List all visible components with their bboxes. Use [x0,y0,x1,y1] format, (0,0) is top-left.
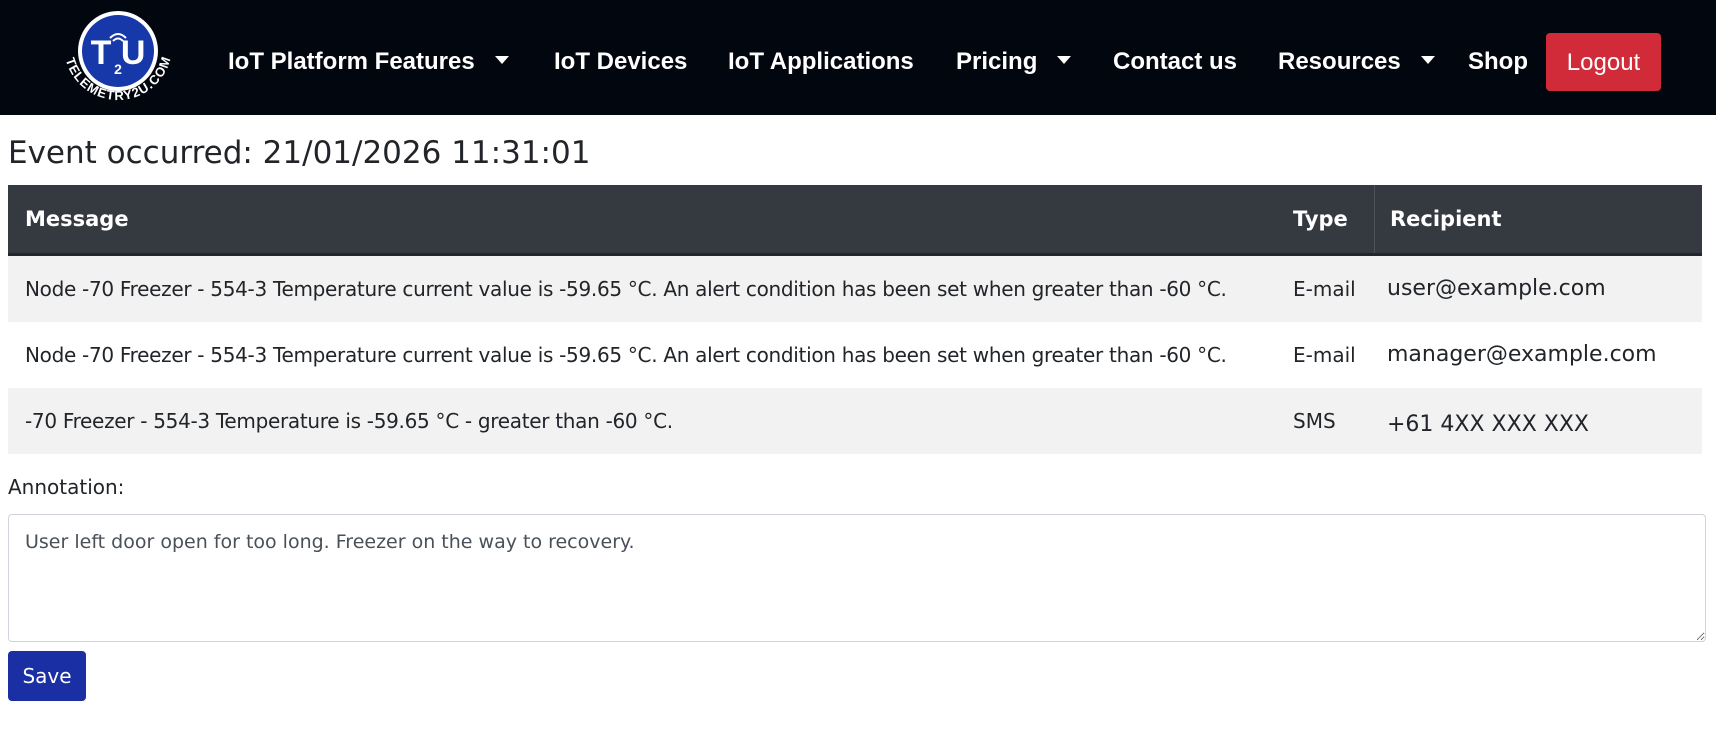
nav-item-label: IoT Platform Features [228,48,475,75]
column-divider [1374,185,1375,253]
table-row: Node -70 Freezer - 554-3 Temperature cur… [8,322,1702,388]
type-cell: SMS [1293,409,1336,433]
type-cell: E-mail [1293,277,1356,301]
top-navbar: T U 2 TELEMETRY2U.COM IoT Platform Featu… [0,0,1716,115]
save-button[interactable]: Save [8,651,86,701]
message-cell: Node -70 Freezer - 554-3 Temperature cur… [25,343,1227,367]
nav-item-label: IoT Applications [728,48,914,75]
telemetry2u-logo-icon: T U 2 TELEMETRY2U.COM [63,11,173,103]
svg-text:2: 2 [114,61,122,77]
nav-item-iot-applications[interactable]: IoT Applications [728,42,914,82]
recipient-cell: +61 4XX XXX XXX [1387,412,1589,437]
table-row: -70 Freezer - 554-3 Temperature is -59.6… [8,388,1702,454]
nav-item-contact-us[interactable]: Contact us [1113,42,1237,82]
nav-item-iot-platform-features[interactable]: IoT Platform Features [228,42,509,82]
nav-item-label: Resources [1278,48,1401,75]
column-header-type[interactable]: Type [1293,185,1348,253]
message-cell: -70 Freezer - 554-3 Temperature is -59.6… [25,409,673,433]
nav-item-label: Contact us [1113,48,1238,75]
nav-item-label: IoT Devices [554,48,688,75]
table-header: Message Type Recipient [8,185,1702,256]
column-header-message[interactable]: Message [25,185,129,253]
recipient-cell: manager@example.com [1387,342,1657,367]
nav-item-label: Pricing [956,48,1038,75]
page-title: Event occurred: 21/01/2026 11:31:01 [8,135,591,171]
nav-item-resources[interactable]: Resources [1278,42,1435,82]
caret-down-icon [494,55,509,64]
annotation-label: Annotation: [8,475,125,499]
table-row: Node -70 Freezer - 554-3 Temperature cur… [8,256,1702,322]
recipient-cell: user@example.com [1387,276,1606,301]
caret-down-icon [1420,55,1435,64]
nav-item-pricing[interactable]: Pricing [956,42,1072,82]
type-cell: E-mail [1293,343,1356,367]
nav-item-shop[interactable]: Shop [1468,42,1528,82]
nav-item-label: Shop [1468,48,1528,75]
nav-item-iot-devices[interactable]: IoT Devices [554,42,687,82]
annotation-textarea[interactable]: User left door open for too long. Freeze… [8,514,1706,642]
brand-logo[interactable]: T U 2 TELEMETRY2U.COM [58,6,178,110]
logout-button[interactable]: Logout [1546,33,1661,91]
caret-down-icon [1057,55,1072,64]
message-cell: Node -70 Freezer - 554-3 Temperature cur… [25,277,1227,301]
column-header-recipient[interactable]: Recipient [1390,185,1502,253]
